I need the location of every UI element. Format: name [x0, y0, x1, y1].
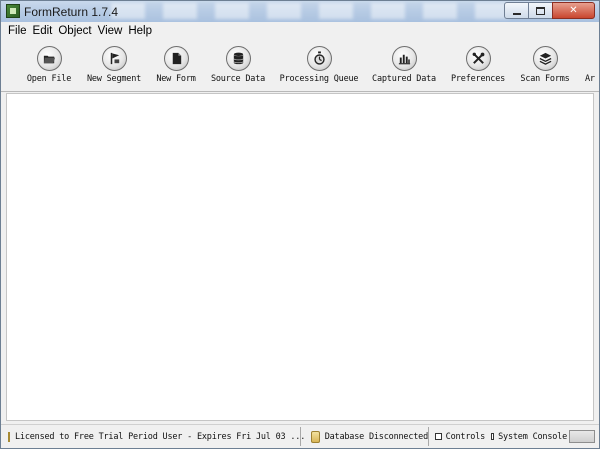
- captured-data-label: Captured Data: [372, 74, 436, 84]
- cutoff-button-spacer: [585, 46, 599, 71]
- preferences-label: Preferences: [450, 74, 506, 84]
- new-segment-button[interactable]: New Segment: [85, 46, 143, 84]
- scan-forms-label: Scan Forms: [520, 74, 570, 84]
- controls-toggle[interactable]: Controls: [429, 427, 485, 446]
- processing-queue-label: Processing Queue: [279, 74, 359, 84]
- memory-progress-bar: [569, 430, 595, 443]
- maximize-icon: [536, 6, 545, 15]
- app-window: FormReturn 1.7.4 ✕ File Edit Object View…: [0, 0, 600, 449]
- new-form-label: New Form: [156, 74, 196, 84]
- new-segment-label: New Segment: [86, 74, 142, 84]
- menu-file[interactable]: File: [5, 22, 30, 40]
- menu-object[interactable]: Object: [55, 22, 94, 40]
- database-icon: [225, 46, 251, 71]
- database-status-text: Database Disconnected: [324, 431, 428, 442]
- main-workspace[interactable]: [6, 93, 594, 421]
- open-file-label: Open File: [26, 74, 72, 84]
- license-text: Licensed to Free Trial Period User - Exp…: [15, 431, 306, 442]
- system-console-checkbox[interactable]: [491, 433, 495, 440]
- controls-checkbox[interactable]: [435, 433, 442, 440]
- controls-label: Controls: [445, 431, 486, 442]
- stopwatch-icon: [306, 46, 332, 71]
- new-form-button[interactable]: New Form: [153, 46, 199, 84]
- menu-bar: File Edit Object View Help: [1, 22, 599, 40]
- window-title: FormReturn 1.7.4: [24, 5, 119, 19]
- minimize-icon: [512, 12, 521, 15]
- processing-queue-button[interactable]: Processing Queue: [279, 46, 359, 84]
- cutoff-label: Ar: [585, 74, 595, 84]
- database-status: Database Disconnected: [305, 427, 429, 446]
- layers-icon: [532, 46, 558, 71]
- source-data-label: Source Data: [210, 74, 266, 84]
- close-button[interactable]: ✕: [552, 2, 595, 19]
- scan-forms-button[interactable]: Scan Forms: [517, 46, 573, 84]
- captured-data-button[interactable]: Captured Data: [371, 46, 437, 84]
- preferences-button[interactable]: Preferences: [449, 46, 507, 84]
- status-bar: Licensed to Free Trial Period User - Exp…: [1, 424, 599, 448]
- maximize-button[interactable]: [528, 2, 553, 19]
- open-file-icon: [36, 46, 62, 71]
- toolbar: Open File New Segment New Form Source Da…: [1, 40, 599, 92]
- system-console-toggle[interactable]: System Console: [485, 427, 567, 446]
- license-status: Licensed to Free Trial Period User - Exp…: [3, 427, 305, 446]
- title-bar-reflection: [111, 3, 511, 19]
- title-bar[interactable]: FormReturn 1.7.4 ✕: [1, 1, 599, 22]
- database-status-icon: [311, 430, 320, 443]
- close-icon: ✕: [569, 5, 578, 16]
- minimize-button[interactable]: [504, 2, 529, 19]
- menu-edit[interactable]: Edit: [30, 22, 56, 40]
- license-icon: [8, 431, 10, 442]
- tools-icon: [465, 46, 491, 71]
- cutoff-toolbar-button[interactable]: Ar: [585, 46, 599, 84]
- open-file-button[interactable]: Open File: [23, 46, 75, 84]
- system-console-label: System Console: [498, 431, 567, 442]
- document-icon: [163, 46, 189, 71]
- app-logo-icon: [6, 4, 20, 18]
- flag-icon: [101, 46, 127, 71]
- window-controls: ✕: [504, 2, 595, 19]
- source-data-button[interactable]: Source Data: [209, 46, 267, 84]
- bar-chart-icon: [391, 46, 417, 71]
- menu-view[interactable]: View: [95, 22, 126, 40]
- menu-help[interactable]: Help: [125, 22, 155, 40]
